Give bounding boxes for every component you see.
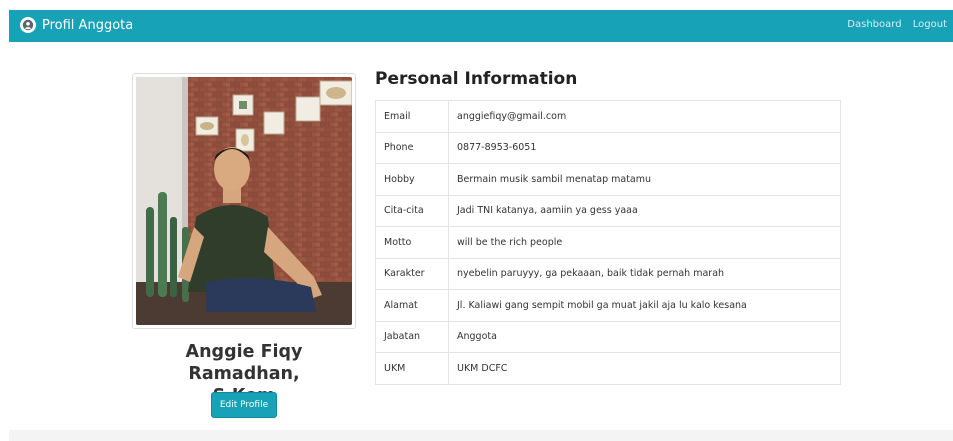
profile-photo — [136, 77, 352, 325]
field-label: Cita-cita — [375, 194, 449, 227]
field-label: UKM — [375, 352, 449, 385]
section-title: Personal Information — [375, 69, 578, 89]
footer-strip — [9, 430, 953, 441]
field-value: nyebelin paruyyy, ga pekaaan, baik tidak… — [448, 257, 841, 290]
brand-title: Profil Anggota — [42, 17, 134, 33]
field-label: Motto — [375, 226, 449, 259]
nav-links: Dashboard Logout — [839, 19, 947, 30]
field-label: Email — [375, 100, 449, 133]
table-row: Hobby Bermain musik sambil menatap matamu — [375, 163, 841, 196]
brand[interactable]: Profil Anggota — [20, 17, 133, 33]
personal-info-table: Email anggiefiqy@gmail.com Phone 0877-8953-… — [375, 100, 841, 385]
info-rows: Email anggiefiqy@gmail.com Phone 0877-8953-… — [375, 100, 841, 385]
field-value: Jadi TNI katanya, aamiin ya gess yaaa — [448, 194, 841, 227]
nav-link-dashboard[interactable]: Dashboard — [847, 19, 901, 30]
field-value: Anggota — [448, 320, 841, 353]
top-navbar: Profil Anggota Dashboard Logout — [9, 10, 953, 42]
field-label: Hobby — [375, 163, 449, 196]
table-row: Phone 0877-8953-6051 — [375, 131, 841, 164]
field-label: Alamat — [375, 289, 449, 322]
field-value: Bermain musik sambil menatap matamu — [448, 163, 841, 196]
nav-link-logout[interactable]: Logout — [913, 19, 947, 30]
field-label: Jabatan — [375, 320, 449, 353]
profile-photo-card — [132, 73, 356, 329]
field-value: UKM DCFC — [448, 352, 841, 385]
edit-profile-button[interactable]: Edit Profile — [211, 392, 277, 418]
table-row: Email anggiefiqy@gmail.com — [375, 100, 841, 133]
table-row: Karakter nyebelin paruyyy, ga pekaaan, ba… — [375, 257, 841, 290]
table-row: Alamat Jl. Kaliawi gang sempit mobil ga m… — [375, 289, 841, 322]
table-row: Jabatan Anggota — [375, 320, 841, 353]
field-value: will be the rich people — [448, 226, 841, 259]
field-value: 0877-8953-6051 — [448, 131, 841, 164]
field-label: Phone — [375, 131, 449, 164]
table-row: Cita-cita Jadi TNI katanya, aamiin ya ges… — [375, 194, 841, 227]
table-row: Motto will be the rich people — [375, 226, 841, 259]
field-value: Jl. Kaliawi gang sempit mobil ga muat ja… — [448, 289, 841, 322]
user-circle-icon — [20, 17, 36, 33]
field-label: Karakter — [375, 257, 449, 290]
table-row: UKM UKM DCFC — [375, 352, 841, 385]
field-value: anggiefiqy@gmail.com — [448, 100, 841, 133]
